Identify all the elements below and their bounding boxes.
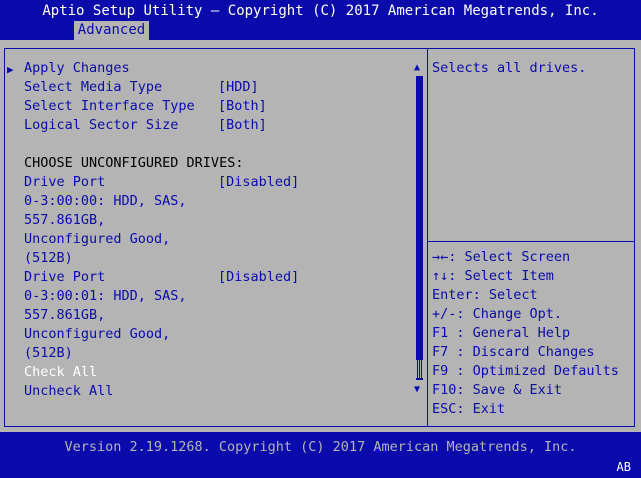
key-hint: F10: Save & Exit	[432, 382, 563, 398]
key-hint: Enter: Select	[432, 287, 538, 303]
drive-port-label[interactable]: Drive Port	[24, 268, 105, 287]
drive-info-line: 557.861GB,	[24, 212, 106, 228]
drive-port-label[interactable]: Drive Port	[24, 173, 105, 192]
drive-port-value[interactable]: [Disabled]	[218, 173, 299, 192]
drive-port-value[interactable]: [Disabled]	[218, 268, 299, 287]
help-divider	[428, 241, 635, 242]
select-media-type-value[interactable]: [HDD]	[218, 78, 259, 97]
key-hint: →←: Select Screen	[432, 249, 571, 265]
apply-changes-item[interactable]: Apply Changes	[24, 59, 130, 78]
key-legend: →←: Select Screen ↑↓: Select Item Enter:…	[432, 248, 619, 419]
footer-badge: AB	[616, 460, 631, 474]
drive-info-line: (512B)	[24, 345, 73, 361]
select-interface-type-value[interactable]: [Both]	[218, 97, 267, 116]
key-hint: F9 : Optimized Defaults	[432, 363, 619, 379]
drive-info-line: Unconfigured Good,	[24, 326, 171, 342]
panel-divider	[427, 48, 428, 427]
scrollbar-track[interactable]	[416, 76, 423, 380]
header-title: Aptio Setup Utility – Copyright (C) 2017…	[42, 3, 599, 19]
logical-sector-size-label[interactable]: Logical Sector Size	[24, 116, 178, 135]
drive-info-line: Unconfigured Good,	[24, 231, 171, 247]
section-heading: CHOOSE UNCONFIGURED DRIVES:	[24, 155, 244, 171]
drive-info-line: 557.861GB,	[24, 307, 106, 323]
uncheck-all-item[interactable]: Uncheck All	[24, 382, 113, 401]
key-hint: +/-: Change Opt.	[432, 306, 563, 322]
drive-info-line: 0-3:00:01: HDD, SAS,	[24, 288, 187, 304]
scroll-up-icon[interactable]: ▲	[414, 62, 420, 74]
select-interface-type-label[interactable]: Select Interface Type	[24, 97, 195, 116]
footer-version: Version 2.19.1268. Copyright (C) 2017 Am…	[64, 439, 577, 455]
key-hint: ESC: Exit	[432, 401, 506, 417]
key-hint: ↑↓: Select Item	[432, 268, 554, 284]
scrollbar-grip[interactable]	[416, 360, 423, 378]
select-media-type-label[interactable]: Select Media Type	[24, 78, 162, 97]
help-description: Selects all drives.	[432, 60, 587, 76]
key-hint: F1 : General Help	[432, 325, 571, 341]
tab-advanced[interactable]: Advanced	[74, 21, 149, 40]
scroll-down-icon[interactable]: ▼	[414, 384, 420, 396]
check-all-item[interactable]: Check All	[24, 363, 97, 382]
drive-info-line: (512B)	[24, 250, 73, 266]
drive-info-line: 0-3:00:00: HDD, SAS,	[24, 193, 187, 209]
key-hint: F7 : Discard Changes	[432, 344, 595, 360]
main-panel: ▶ Apply Changes Select Media Type [HDD] …	[0, 40, 641, 432]
submenu-arrow-icon: ▶	[7, 63, 14, 76]
logical-sector-size-value[interactable]: [Both]	[218, 116, 267, 135]
